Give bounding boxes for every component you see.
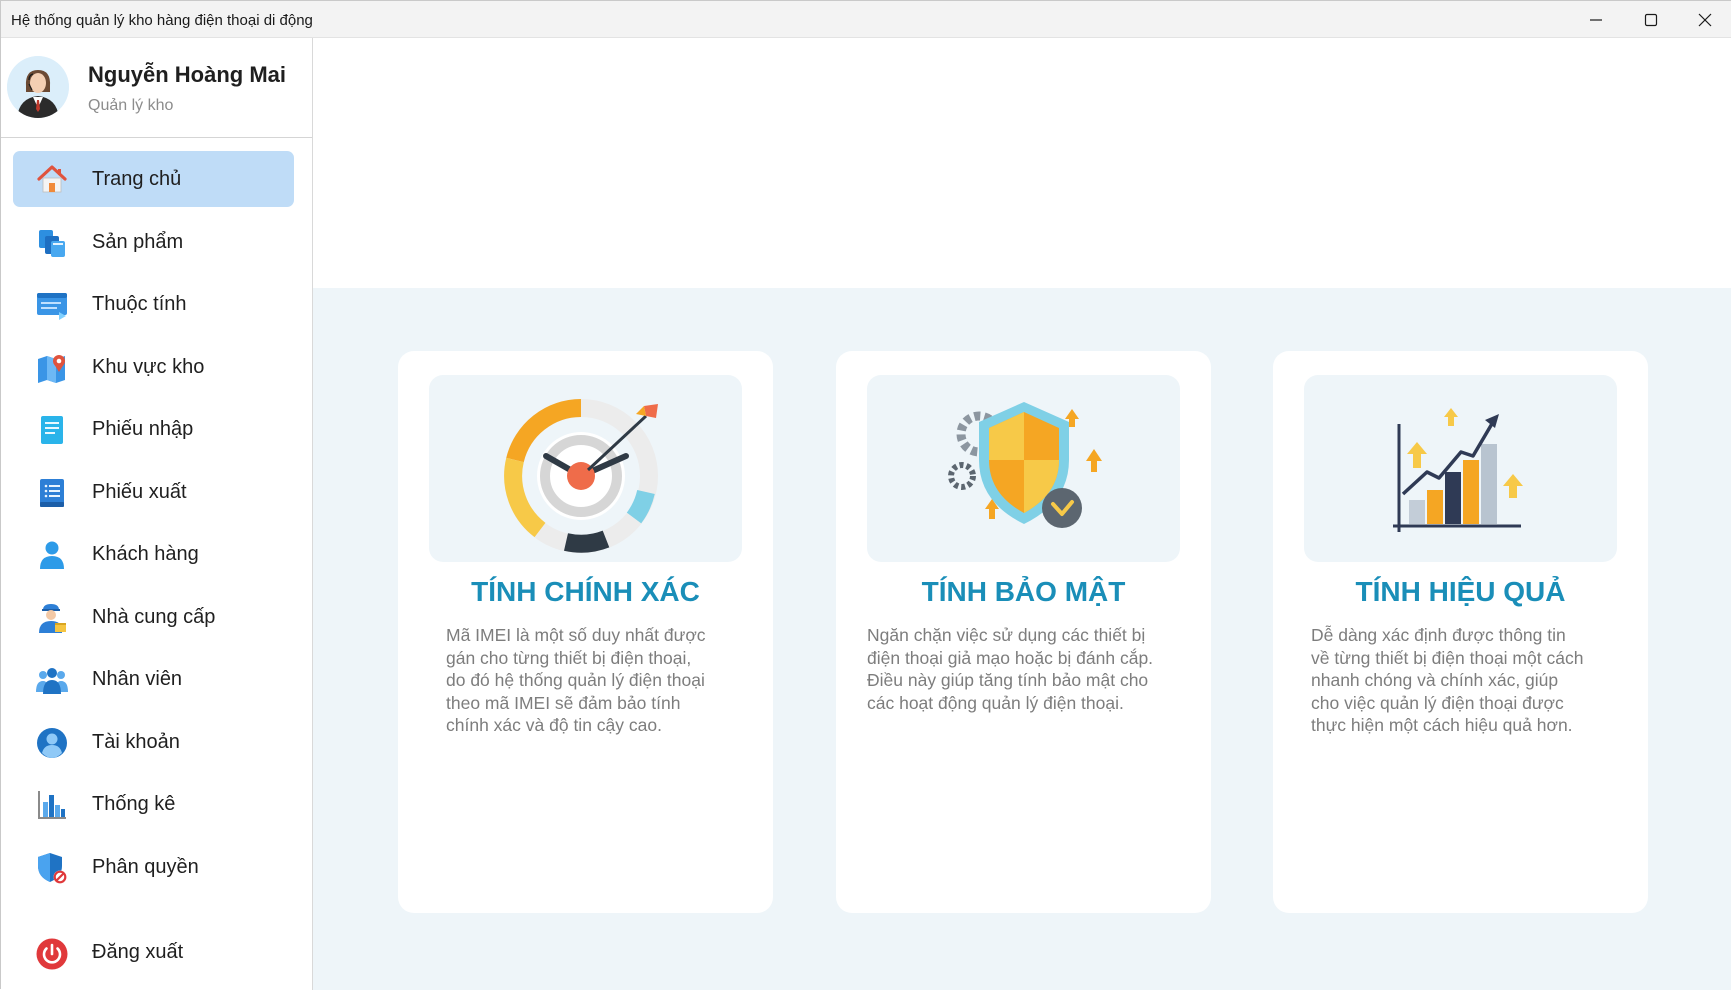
growth-chart-icon <box>1392 407 1523 532</box>
card-description: Dễ dàng xác định được thông tin về từng … <box>1311 624 1611 737</box>
sidebar-item-label: Phân quyền <box>92 855 199 878</box>
card-description-line: Mã IMEI là một số duy nhất được <box>446 625 706 645</box>
sidebar-item-label: Thống kê <box>92 793 176 815</box>
sidebar-item-label: Trang chủ <box>92 168 182 190</box>
account-icon <box>37 727 67 758</box>
title-bar: Hệ thống quản lý kho hàng điện thoại di … <box>1 1 1731 38</box>
card-description-line: theo mã IMEI sẽ đảm bảo tính <box>446 692 681 713</box>
import-receipt-icon <box>41 416 63 444</box>
sidebar-item-label: Phiếu xuất <box>92 480 187 503</box>
sidebar-item-statistics[interactable]: Thống kê <box>13 776 294 832</box>
close-icon <box>1698 13 1712 26</box>
avatar-person-icon <box>7 56 69 118</box>
close-button[interactable] <box>1677 1 1731 38</box>
card-description: Mã IMEI là một số duy nhất được gán cho … <box>446 624 746 737</box>
card-illustration <box>429 375 742 562</box>
sidebar-item-import-receipt[interactable]: Phiếu nhập <box>13 401 294 457</box>
sidebar-item-label: Nhà cung cấp <box>92 605 216 628</box>
main-header-area <box>313 38 1731 288</box>
products-icon <box>39 229 65 257</box>
sidebar-item-products[interactable]: Sản phẩm <box>13 214 294 270</box>
power-icon <box>36 938 68 970</box>
sidebar-item-label: Nhân viên <box>92 668 183 690</box>
user-role: Quản lý kho <box>88 97 174 114</box>
sidebar-item-attributes[interactable]: Thuộc tính <box>13 276 294 332</box>
card-description-line: thực hiện một cách hiệu quả hơn. <box>1311 715 1573 735</box>
sidebar-item-suppliers[interactable]: Nhà cung cấp <box>13 589 294 645</box>
employees-icon <box>36 668 68 694</box>
sidebar-item-warehouse-zone[interactable]: Khu vực kho <box>13 339 294 395</box>
sidebar-item-label: Tài khoản <box>92 730 180 753</box>
minimize-button[interactable] <box>1568 1 1624 38</box>
sidebar-item-home[interactable]: Trang chủ <box>13 151 294 207</box>
sidebar-item-employees[interactable]: Nhân viên <box>13 651 294 707</box>
export-receipt-icon <box>40 478 64 507</box>
sidebar-item-customers[interactable]: Khách hàng <box>13 526 294 582</box>
card-illustration <box>867 375 1180 562</box>
target-accuracy-icon <box>503 398 658 553</box>
card-title: TÍNH HIỆU QUẢ <box>1355 576 1566 607</box>
customer-icon <box>40 541 64 569</box>
card-description-line: Ngăn chặn việc sử dụng các thiết bị <box>867 625 1146 645</box>
statistics-icon <box>38 791 66 819</box>
card-description-line: các hoạt động quản lý điện thoại. <box>867 692 1124 713</box>
card-description-line: Dễ dàng xác định được thông tin <box>1311 625 1566 645</box>
sidebar-item-label: Sản phẩm <box>92 230 184 253</box>
sidebar-item-label: Khu vực kho <box>92 355 205 378</box>
card-description-line: Điều này giúp tăng tính bảo mật cho <box>867 670 1149 690</box>
sidebar-item-export-receipt[interactable]: Phiếu xuất <box>13 464 294 520</box>
card-illustration <box>1304 375 1617 562</box>
sidebar-nav: Trang chủ Sản phẩm Thuộc tính Khu vực kh… <box>13 151 294 901</box>
maximize-button[interactable] <box>1623 1 1679 38</box>
card-description-line: cho việc quản lý điện thoại được <box>1311 692 1564 713</box>
sidebar-item-accounts[interactable]: Tài khoản <box>13 714 294 770</box>
attributes-icon <box>37 293 67 320</box>
logout-button[interactable]: Đăng xuất <box>13 929 294 977</box>
sidebar-item-label: Thuộc tính <box>92 293 187 315</box>
home-icon <box>37 165 67 193</box>
maximize-icon <box>1644 13 1658 26</box>
sidebar: Nguyễn Hoàng Mai Quản lý kho Trang chủ S… <box>1 38 313 990</box>
logout-label: Đăng xuất <box>92 941 184 963</box>
card-description: Ngăn chặn việc sử dụng các thiết bị điện… <box>867 624 1167 714</box>
card-title: TÍNH CHÍNH XÁC <box>471 576 700 607</box>
user-profile: Nguyễn Hoàng Mai Quản lý kho <box>1 38 312 138</box>
user-name: Nguyễn Hoàng Mai <box>88 62 287 87</box>
sidebar-item-label: Phiếu nhập <box>92 418 194 440</box>
minimize-icon <box>1590 18 1602 21</box>
card-description-line: chính xác và độ tin cậy cao. <box>446 715 662 735</box>
card-description-line: điện thoại giả mạo hoặc bị đánh cắp. <box>867 647 1154 668</box>
permission-shield-icon <box>38 852 67 883</box>
card-description-line: do đó hệ thống quản lý điện thoại <box>446 670 705 690</box>
app-window: Hệ thống quản lý kho hàng điện thoại di … <box>0 0 1731 990</box>
warehouse-map-icon <box>38 354 65 383</box>
supplier-icon <box>39 603 66 633</box>
security-shield-icon <box>947 401 1102 528</box>
avatar <box>7 56 69 118</box>
sidebar-item-label: Khách hàng <box>92 543 199 565</box>
sidebar-item-permissions[interactable]: Phân quyền <box>13 839 294 895</box>
card-description-line: về từng thiết bị điện thoại một cách <box>1311 647 1584 668</box>
card-description-line: nhanh chóng và chính xác, giúp <box>1311 670 1559 690</box>
window-title: Hệ thống quản lý kho hàng điện thoại di … <box>11 12 313 29</box>
card-description-line: gán cho từng thiết bị điện thoại, <box>446 647 692 668</box>
main-content: TÍNH CHÍNH XÁC Mã IMEI là một số duy nhấ… <box>313 288 1731 990</box>
card-title: TÍNH BẢO MẬT <box>921 576 1126 607</box>
feature-card-security: TÍNH BẢO MẬT Ngăn chặn việc sử dụng các … <box>836 351 1211 913</box>
feature-card-efficiency: TÍNH HIỆU QUẢ Dễ dàng xác định được thôn… <box>1273 351 1648 913</box>
feature-card-accuracy: TÍNH CHÍNH XÁC Mã IMEI là một số duy nhấ… <box>398 351 773 913</box>
